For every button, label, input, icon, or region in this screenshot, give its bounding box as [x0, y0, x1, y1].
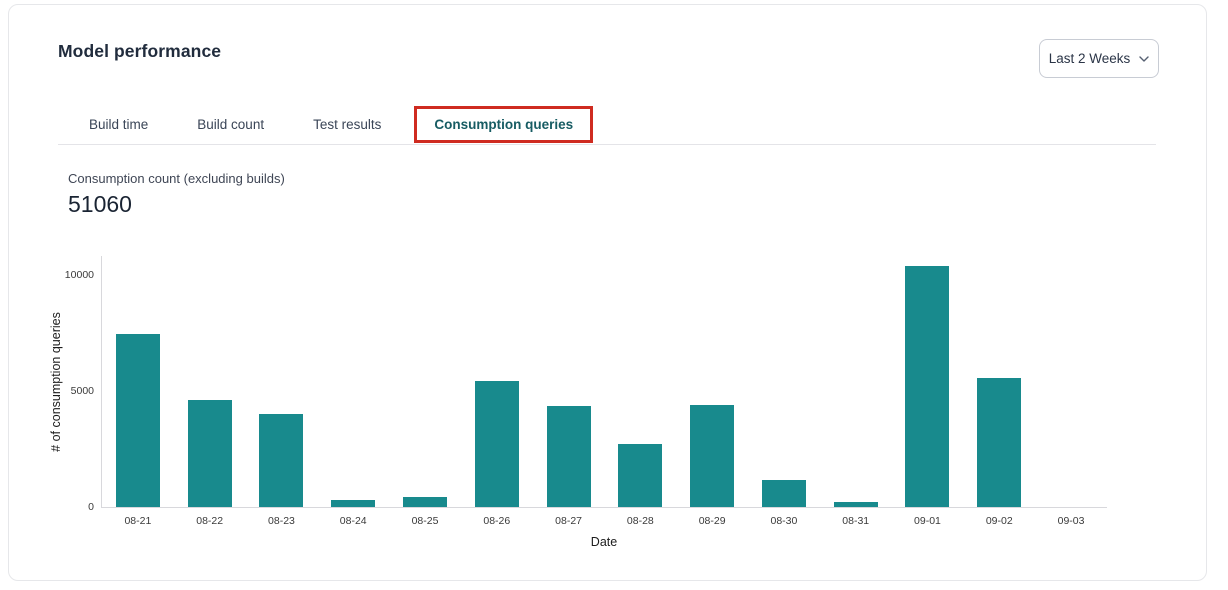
- chart-band: 08-22: [174, 256, 246, 507]
- chart-band: 08-30: [748, 256, 820, 507]
- chart-band: 08-27: [533, 256, 605, 507]
- chevron-down-icon: [1139, 56, 1149, 62]
- date-range-selector[interactable]: Last 2 Weeks: [1039, 39, 1159, 78]
- chart-band: 08-31: [820, 256, 892, 507]
- x-tick-label: 09-02: [963, 515, 1035, 527]
- chart-band: 09-02: [963, 256, 1035, 507]
- bar-08-26[interactable]: [475, 381, 519, 507]
- chart-band: 08-24: [317, 256, 389, 507]
- x-tick-label: 08-25: [389, 515, 461, 527]
- chart-band: 08-28: [604, 256, 676, 507]
- bar-09-01[interactable]: [905, 266, 949, 507]
- chart-band: 08-23: [246, 256, 318, 507]
- chart-band: 08-25: [389, 256, 461, 507]
- x-axis-title: Date: [101, 535, 1107, 549]
- x-tick-label: 08-30: [748, 515, 820, 527]
- x-tick-label: 08-26: [461, 515, 533, 527]
- y-tick-label: 0: [88, 501, 94, 513]
- metric-label: Consumption count (excluding builds): [68, 171, 285, 186]
- x-tick-label: 08-29: [676, 515, 748, 527]
- bar-08-28[interactable]: [618, 444, 662, 507]
- bar-08-21[interactable]: [116, 334, 160, 507]
- tab-build-time[interactable]: Build time: [89, 117, 148, 132]
- plot-area: 050001000008-2108-2208-2308-2408-2508-26…: [101, 256, 1107, 508]
- tab-consumption-queries[interactable]: Consumption queries: [434, 117, 573, 132]
- y-axis-title: # of consumption queries: [49, 312, 63, 452]
- page-title: Model performance: [58, 41, 221, 62]
- x-tick-label: 08-23: [246, 515, 318, 527]
- bar-08-24[interactable]: [331, 500, 375, 507]
- bar-08-29[interactable]: [690, 405, 734, 507]
- x-tick-label: 08-24: [317, 515, 389, 527]
- tabs-divider: [58, 144, 1156, 145]
- bar-08-27[interactable]: [547, 406, 591, 507]
- bar-08-31[interactable]: [834, 502, 878, 507]
- x-tick-label: 09-03: [1035, 515, 1107, 527]
- x-tick-label: 09-01: [892, 515, 964, 527]
- model-performance-card: Model performance Last 2 Weeks Build tim…: [8, 4, 1207, 581]
- chart-band: 08-29: [676, 256, 748, 507]
- tab-build-count[interactable]: Build count: [197, 117, 264, 132]
- chart-band: 08-21: [102, 256, 174, 507]
- bar-08-30[interactable]: [762, 480, 806, 507]
- x-tick-label: 08-27: [533, 515, 605, 527]
- bar-08-22[interactable]: [188, 400, 232, 507]
- chart-band: 08-26: [461, 256, 533, 507]
- tabs-bar: Build time Build count Test results Cons…: [89, 108, 593, 140]
- x-tick-label: 08-31: [820, 515, 892, 527]
- chart-band: 09-03: [1035, 256, 1107, 507]
- bar-08-25[interactable]: [403, 497, 447, 507]
- date-range-label: Last 2 Weeks: [1049, 51, 1131, 66]
- x-tick-label: 08-28: [604, 515, 676, 527]
- y-tick-label: 5000: [71, 385, 94, 397]
- tab-test-results[interactable]: Test results: [313, 117, 381, 132]
- y-tick-label: 10000: [65, 269, 94, 281]
- chart-band: 09-01: [892, 256, 964, 507]
- x-tick-label: 08-22: [174, 515, 246, 527]
- annotation-highlight-box: Consumption queries: [414, 106, 593, 143]
- x-tick-label: 08-21: [102, 515, 174, 527]
- metric-value: 51060: [68, 191, 132, 218]
- bar-08-23[interactable]: [259, 414, 303, 507]
- bar-09-02[interactable]: [977, 378, 1021, 507]
